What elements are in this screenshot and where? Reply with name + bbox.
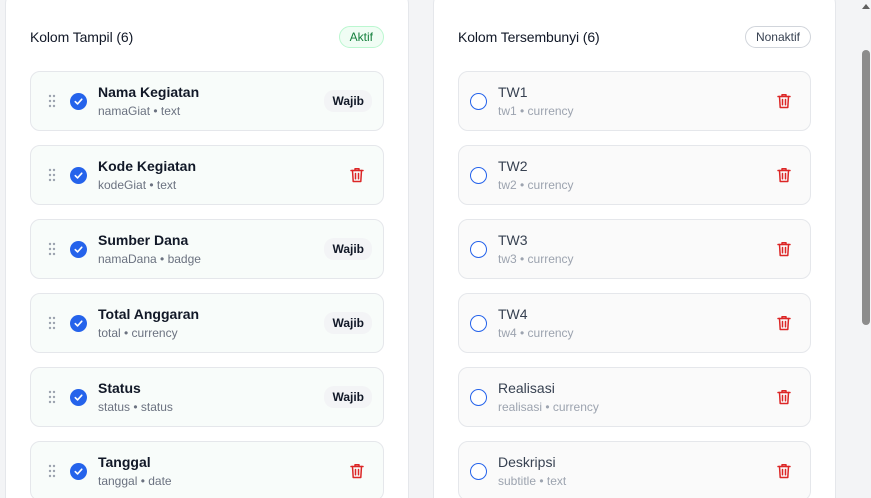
item-name: Total Anggaran [98, 306, 200, 322]
item-name: TW3 [498, 232, 528, 248]
item-meta: tw2 • currency [498, 178, 574, 192]
item-name: Tanggal [98, 454, 151, 470]
hidden-columns-header: Kolom Tersembunyi (6) Nonaktif [458, 25, 811, 49]
item-text: Sumber Dana namaDana • badge [98, 232, 324, 266]
item-name: Sumber Dana [98, 232, 189, 248]
status-badge-inactive: Nonaktif [744, 26, 811, 48]
required-badge: Wajib [324, 312, 372, 334]
list-item-tw4[interactable]: TW4 tw4 • currency [458, 293, 811, 353]
item-text: Realisasi realisasi • currency [498, 380, 774, 414]
trash-icon[interactable] [347, 461, 367, 481]
item-meta: namaDana • badge [98, 252, 201, 266]
item-name: TW4 [498, 306, 528, 322]
required-badge: Wajib [324, 90, 372, 112]
item-meta: kodeGiat • text [98, 178, 177, 192]
list-item-tw2[interactable]: TW2 tw2 • currency [458, 145, 811, 205]
list-item-status[interactable]: Status status • status Wajib [30, 367, 384, 427]
item-text: Deskripsi subtitle • text [498, 454, 774, 488]
checkbox-unchecked-icon[interactable] [470, 388, 487, 406]
item-meta: tw1 • currency [498, 104, 574, 118]
item-text: Total Anggaran total • currency [98, 306, 324, 340]
trash-icon[interactable] [774, 165, 794, 185]
trash-icon[interactable] [347, 165, 367, 185]
item-name: Realisasi [498, 380, 555, 396]
status-badge-active: Aktif [338, 26, 384, 48]
item-text: TW1 tw1 • currency [498, 84, 774, 118]
item-text: TW2 tw2 • currency [498, 158, 774, 192]
list-item-sumber-dana[interactable]: Sumber Dana namaDana • badge Wajib [30, 219, 384, 279]
trash-icon[interactable] [774, 91, 794, 111]
checkbox-unchecked-icon[interactable] [470, 92, 487, 110]
required-badge: Wajib [324, 238, 372, 260]
list-item-total-anggaran[interactable]: Total Anggaran total • currency Wajib [30, 293, 384, 353]
list-item-tw3[interactable]: TW3 tw3 • currency [458, 219, 811, 279]
checkbox-checked-icon[interactable] [70, 388, 87, 406]
item-meta: realisasi • currency [498, 400, 599, 414]
trash-icon[interactable] [774, 387, 794, 407]
list-item-tanggal[interactable]: Tanggal tanggal • date [30, 441, 384, 498]
visible-columns-panel: Kolom Tampil (6) Aktif Nama Kegiatan nam… [5, 0, 409, 498]
checkbox-checked-icon[interactable] [70, 166, 87, 184]
trash-icon[interactable] [774, 313, 794, 333]
drag-handle-icon[interactable] [46, 168, 58, 182]
item-text: Status status • status [98, 380, 324, 414]
item-name: TW1 [498, 84, 528, 100]
item-name: Status [98, 380, 141, 396]
scroll-up-arrow-icon[interactable] [862, 4, 870, 9]
scrollbar-thumb[interactable] [862, 50, 870, 325]
drag-handle-icon[interactable] [46, 316, 58, 330]
item-name: Kode Kegiatan [98, 158, 197, 174]
trash-icon[interactable] [774, 461, 794, 481]
drag-handle-icon[interactable] [46, 464, 58, 478]
drag-handle-icon[interactable] [46, 242, 58, 256]
item-text: TW3 tw3 • currency [498, 232, 774, 266]
item-meta: total • currency [98, 326, 178, 340]
checkbox-unchecked-icon[interactable] [470, 166, 487, 184]
hidden-columns-panel: Kolom Tersembunyi (6) Nonaktif TW1 tw1 •… [433, 0, 836, 498]
item-text: TW4 tw4 • currency [498, 306, 774, 340]
item-name: Nama Kegiatan [98, 84, 200, 100]
item-meta: tw3 • currency [498, 252, 574, 266]
drag-handle-icon[interactable] [46, 390, 58, 404]
drag-handle-icon[interactable] [46, 94, 58, 108]
checkbox-checked-icon[interactable] [70, 462, 87, 480]
item-text: Kode Kegiatan kodeGiat • text [98, 158, 347, 192]
required-badge: Wajib [324, 386, 372, 408]
list-item-tw1[interactable]: TW1 tw1 • currency [458, 71, 811, 131]
list-item-realisasi[interactable]: Realisasi realisasi • currency [458, 367, 811, 427]
item-meta: subtitle • text [498, 474, 567, 488]
item-name: TW2 [498, 158, 528, 174]
list-item-kode-kegiatan[interactable]: Kode Kegiatan kodeGiat • text [30, 145, 384, 205]
checkbox-checked-icon[interactable] [70, 314, 87, 332]
visible-columns-header: Kolom Tampil (6) Aktif [30, 25, 384, 49]
checkbox-unchecked-icon[interactable] [470, 462, 487, 480]
item-meta: namaGiat • text [98, 104, 181, 118]
trash-icon[interactable] [774, 239, 794, 259]
visible-columns-title: Kolom Tampil (6) [30, 29, 134, 45]
list-item-nama-kegiatan[interactable]: Nama Kegiatan namaGiat • text Wajib [30, 71, 384, 131]
item-text: Tanggal tanggal • date [98, 454, 347, 488]
checkbox-checked-icon[interactable] [70, 240, 87, 258]
checkbox-unchecked-icon[interactable] [470, 240, 487, 258]
item-name: Deskripsi [498, 454, 556, 470]
list-item-deskripsi[interactable]: Deskripsi subtitle • text [458, 441, 811, 498]
item-meta: status • status [98, 400, 173, 414]
item-meta: tanggal • date [98, 474, 172, 488]
item-meta: tw4 • currency [498, 326, 574, 340]
column-settings: Kolom Tampil (6) Aktif Nama Kegiatan nam… [0, 0, 871, 498]
hidden-columns-title: Kolom Tersembunyi (6) [458, 29, 600, 45]
checkbox-unchecked-icon[interactable] [470, 314, 487, 332]
checkbox-checked-icon[interactable] [70, 92, 87, 110]
item-text: Nama Kegiatan namaGiat • text [98, 84, 324, 118]
